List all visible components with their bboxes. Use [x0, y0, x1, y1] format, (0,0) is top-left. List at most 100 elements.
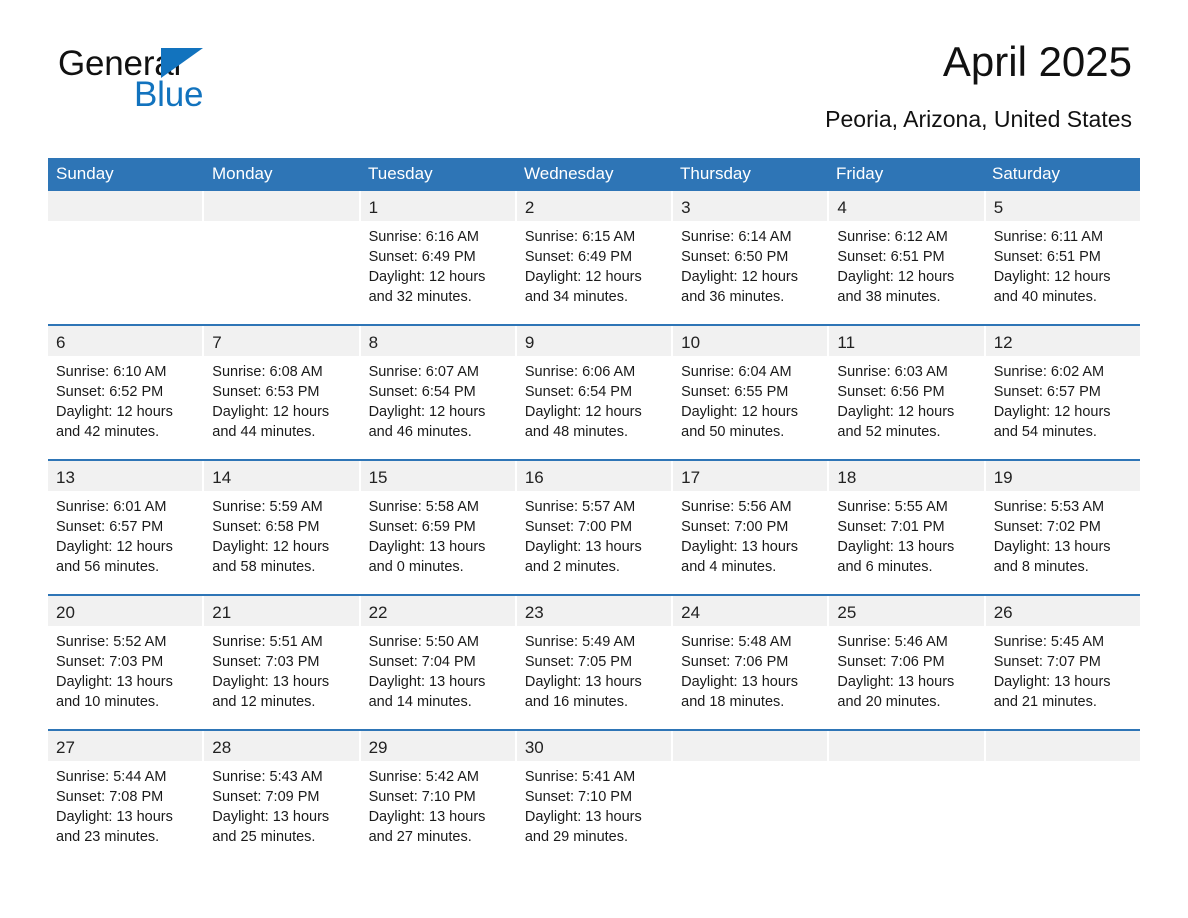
logo-blue-label: Blue [134, 75, 204, 114]
calendar-page: General Blue April 2025 Peoria, Arizona,… [0, 0, 1188, 918]
calendar-day-cell[interactable]: 2 Sunrise: 6:15 AM Sunset: 6:49 PM Daylight… [516, 191, 674, 324]
weekday-header-monday: Monday [212, 164, 273, 183]
sunset-text: Sunset: 6:49 PM [368, 249, 476, 265]
page-title: April 2025 [942, 38, 1132, 85]
day-number [829, 731, 984, 761]
daylight-text: Daylight: 13 hours and 21 minutes. [993, 674, 1111, 710]
calendar-day-cell[interactable]: 30 Sunrise: 5:41 AM Sunset: 7:10 PM Dayligh… [516, 731, 674, 864]
day-number: 13 [48, 461, 203, 491]
calendar-day-cell[interactable]: 17 Sunrise: 5:56 AM Sunset: 7:00 PM Dayligh… [673, 461, 830, 594]
daylight-text: Daylight: 13 hours and 4 minutes. [681, 539, 798, 575]
day-number: 17 [673, 461, 828, 491]
day-details: Sunrise: 6:14 AM Sunset: 6:50 PM Daylight:… [673, 221, 827, 307]
day-details: Sunrise: 5:52 AM Sunset: 7:03 PM Daylight:… [48, 626, 202, 712]
sunrise-text: Sunrise: 6:11 AM [993, 229, 1104, 245]
daylight-text: Daylight: 13 hours and 23 minutes. [56, 809, 173, 845]
weekday-header-friday: Friday [836, 164, 884, 183]
daylight-text: Daylight: 12 hours and 50 minutes. [681, 404, 798, 440]
day-number: 23 [516, 596, 672, 626]
calendar-day-cell[interactable]: 24 Sunrise: 5:48 AM Sunset: 7:06 PM Dayligh… [673, 596, 830, 729]
sunset-text: Sunset: 6:50 PM [681, 249, 789, 265]
day-number: 2 [516, 191, 672, 221]
day-number: 29 [360, 731, 515, 761]
sunrise-text: Sunrise: 6:04 AM [681, 364, 792, 380]
daylight-text: Daylight: 12 hours and 40 minutes. [993, 269, 1111, 305]
sunrise-text: Sunrise: 6:08 AM [212, 364, 323, 380]
daylight-text: Daylight: 13 hours and 20 minutes. [837, 674, 955, 710]
daylight-text: Daylight: 12 hours and 36 minutes. [681, 269, 798, 305]
calendar-day-cell[interactable]: 4 Sunrise: 6:12 AM Sunset: 6:51 PM Daylight… [829, 191, 986, 324]
calendar-day-cell[interactable]: 29 Sunrise: 5:42 AM Sunset: 7:10 PM Dayligh… [360, 731, 517, 864]
calendar-day-cell[interactable]: 13 Sunrise: 6:01 AM Sunset: 6:57 PM Dayligh… [48, 461, 205, 594]
calendar-day-cell[interactable]: 22 Sunrise: 5:50 AM Sunset: 7:04 PM Dayligh… [360, 596, 517, 729]
sunrise-text: Sunrise: 6:06 AM [524, 364, 636, 380]
daylight-text: Daylight: 13 hours and 8 minutes. [993, 539, 1111, 575]
calendar-day-cell[interactable]: 28 Sunrise: 5:43 AM Sunset: 7:09 PM Dayligh… [204, 731, 361, 864]
day-number: 26 [985, 596, 1140, 626]
daylight-text: Daylight: 13 hours and 10 minutes. [56, 674, 173, 710]
calendar-day-cell[interactable]: 16 Sunrise: 5:57 AM Sunset: 7:00 PM Dayligh… [516, 461, 674, 594]
calendar-day-cell[interactable]: 11 Sunrise: 6:03 AM Sunset: 6:56 PM Dayligh… [829, 326, 986, 459]
calendar-day-cell[interactable]: 6 Sunrise: 6:10 AM Sunset: 6:52 PM Daylight… [48, 326, 205, 459]
sunrise-text: Sunrise: 5:51 AM [212, 634, 323, 650]
sunrise-text: Sunrise: 5:43 AM [212, 769, 323, 785]
calendar-day-cell[interactable]: 20 Sunrise: 5:52 AM Sunset: 7:03 PM Dayligh… [48, 596, 205, 729]
calendar-day-cell[interactable]: 8 Sunrise: 6:07 AM Sunset: 6:54 PM Daylight… [360, 326, 517, 459]
calendar-day-cell-empty [673, 731, 830, 864]
calendar-day-cell[interactable]: 25 Sunrise: 5:46 AM Sunset: 7:06 PM Dayligh… [829, 596, 986, 729]
sunrise-text: Sunrise: 6:12 AM [837, 229, 948, 245]
day-number: 11 [829, 326, 984, 356]
generalblue-logo[interactable]: General Blue [58, 46, 318, 118]
day-number: 28 [204, 731, 359, 761]
calendar-day-cell[interactable]: 21 Sunrise: 5:51 AM Sunset: 7:03 PM Dayligh… [204, 596, 361, 729]
calendar-day-cell[interactable]: 27 Sunrise: 5:44 AM Sunset: 7:08 PM Dayligh… [48, 731, 205, 864]
calendar-week-row: 27 Sunrise: 5:44 AM Sunset: 7:08 PM Dayligh… [48, 729, 1140, 864]
day-number: 16 [516, 461, 672, 491]
sunset-text: Sunset: 7:04 PM [368, 654, 476, 670]
day-number: 9 [516, 326, 672, 356]
day-details: Sunrise: 5:42 AM Sunset: 7:10 PM Daylight:… [361, 761, 515, 847]
day-number: 10 [673, 326, 828, 356]
calendar-day-cell[interactable]: 15 Sunrise: 5:58 AM Sunset: 6:59 PM Dayligh… [360, 461, 517, 594]
calendar-day-cell[interactable]: 18 Sunrise: 5:55 AM Sunset: 7:01 PM Dayligh… [829, 461, 986, 594]
sunset-text: Sunset: 7:09 PM [212, 789, 320, 805]
day-number: 3 [673, 191, 828, 221]
daylight-text: Daylight: 12 hours and 34 minutes. [524, 269, 642, 305]
sunset-text: Sunset: 7:06 PM [681, 654, 789, 670]
daylight-text: Daylight: 13 hours and 29 minutes. [524, 809, 642, 845]
day-details: Sunrise: 5:41 AM Sunset: 7:10 PM Daylight:… [517, 761, 671, 847]
day-details: Sunrise: 5:51 AM Sunset: 7:03 PM Daylight:… [204, 626, 358, 712]
day-details: Sunrise: 6:03 AM Sunset: 6:56 PM Daylight:… [829, 356, 983, 442]
calendar-grid: Sunday Monday Tuesday Wednesday Thursday Frid… [48, 158, 1140, 864]
day-details: Sunrise: 5:59 AM Sunset: 6:58 PM Daylight:… [204, 491, 358, 577]
calendar-day-cell[interactable]: 19 Sunrise: 5:53 AM Sunset: 7:02 PM Dayligh… [985, 461, 1140, 594]
calendar-day-cell[interactable]: 5 Sunrise: 6:11 AM Sunset: 6:51 PM Daylight… [985, 191, 1140, 324]
sunrise-text: Sunrise: 5:49 AM [524, 634, 636, 650]
calendar-day-cell[interactable]: 3 Sunrise: 6:14 AM Sunset: 6:50 PM Daylight… [673, 191, 830, 324]
day-details: Sunrise: 5:58 AM Sunset: 6:59 PM Daylight:… [361, 491, 515, 577]
calendar-day-cell[interactable]: 12 Sunrise: 6:02 AM Sunset: 6:57 PM Dayligh… [985, 326, 1140, 459]
calendar-day-cell[interactable]: 10 Sunrise: 6:04 AM Sunset: 6:55 PM Dayligh… [673, 326, 830, 459]
calendar-day-cell[interactable]: 14 Sunrise: 5:59 AM Sunset: 6:58 PM Dayligh… [204, 461, 361, 594]
sunrise-text: Sunrise: 5:46 AM [837, 634, 948, 650]
daylight-text: Daylight: 12 hours and 38 minutes. [837, 269, 955, 305]
sunset-text: Sunset: 6:54 PM [368, 384, 476, 400]
calendar-day-cell[interactable]: 1 Sunrise: 6:16 AM Sunset: 6:49 PM Daylight… [360, 191, 517, 324]
calendar-day-cell[interactable]: 9 Sunrise: 6:06 AM Sunset: 6:54 PM Daylight… [516, 326, 674, 459]
day-number: 25 [829, 596, 984, 626]
sunset-text: Sunset: 6:51 PM [993, 249, 1101, 265]
calendar-day-cell[interactable]: 26 Sunrise: 5:45 AM Sunset: 7:07 PM Dayligh… [985, 596, 1140, 729]
sunrise-text: Sunrise: 5:55 AM [837, 499, 948, 515]
daylight-text: Daylight: 12 hours and 46 minutes. [368, 404, 486, 440]
daylight-text: Daylight: 13 hours and 18 minutes. [681, 674, 798, 710]
calendar-day-cell[interactable]: 7 Sunrise: 6:08 AM Sunset: 6:53 PM Daylight… [204, 326, 361, 459]
sunset-text: Sunset: 6:51 PM [837, 249, 945, 265]
day-details: Sunrise: 5:49 AM Sunset: 7:05 PM Daylight:… [517, 626, 671, 712]
sunrise-text: Sunrise: 6:02 AM [993, 364, 1105, 380]
calendar-day-cell[interactable]: 23 Sunrise: 5:49 AM Sunset: 7:05 PM Dayligh… [516, 596, 674, 729]
sunset-text: Sunset: 6:56 PM [837, 384, 945, 400]
day-number: 21 [204, 596, 359, 626]
daylight-text: Daylight: 12 hours and 56 minutes. [56, 539, 173, 575]
sunset-text: Sunset: 7:08 PM [56, 789, 164, 805]
day-number: 6 [48, 326, 203, 356]
